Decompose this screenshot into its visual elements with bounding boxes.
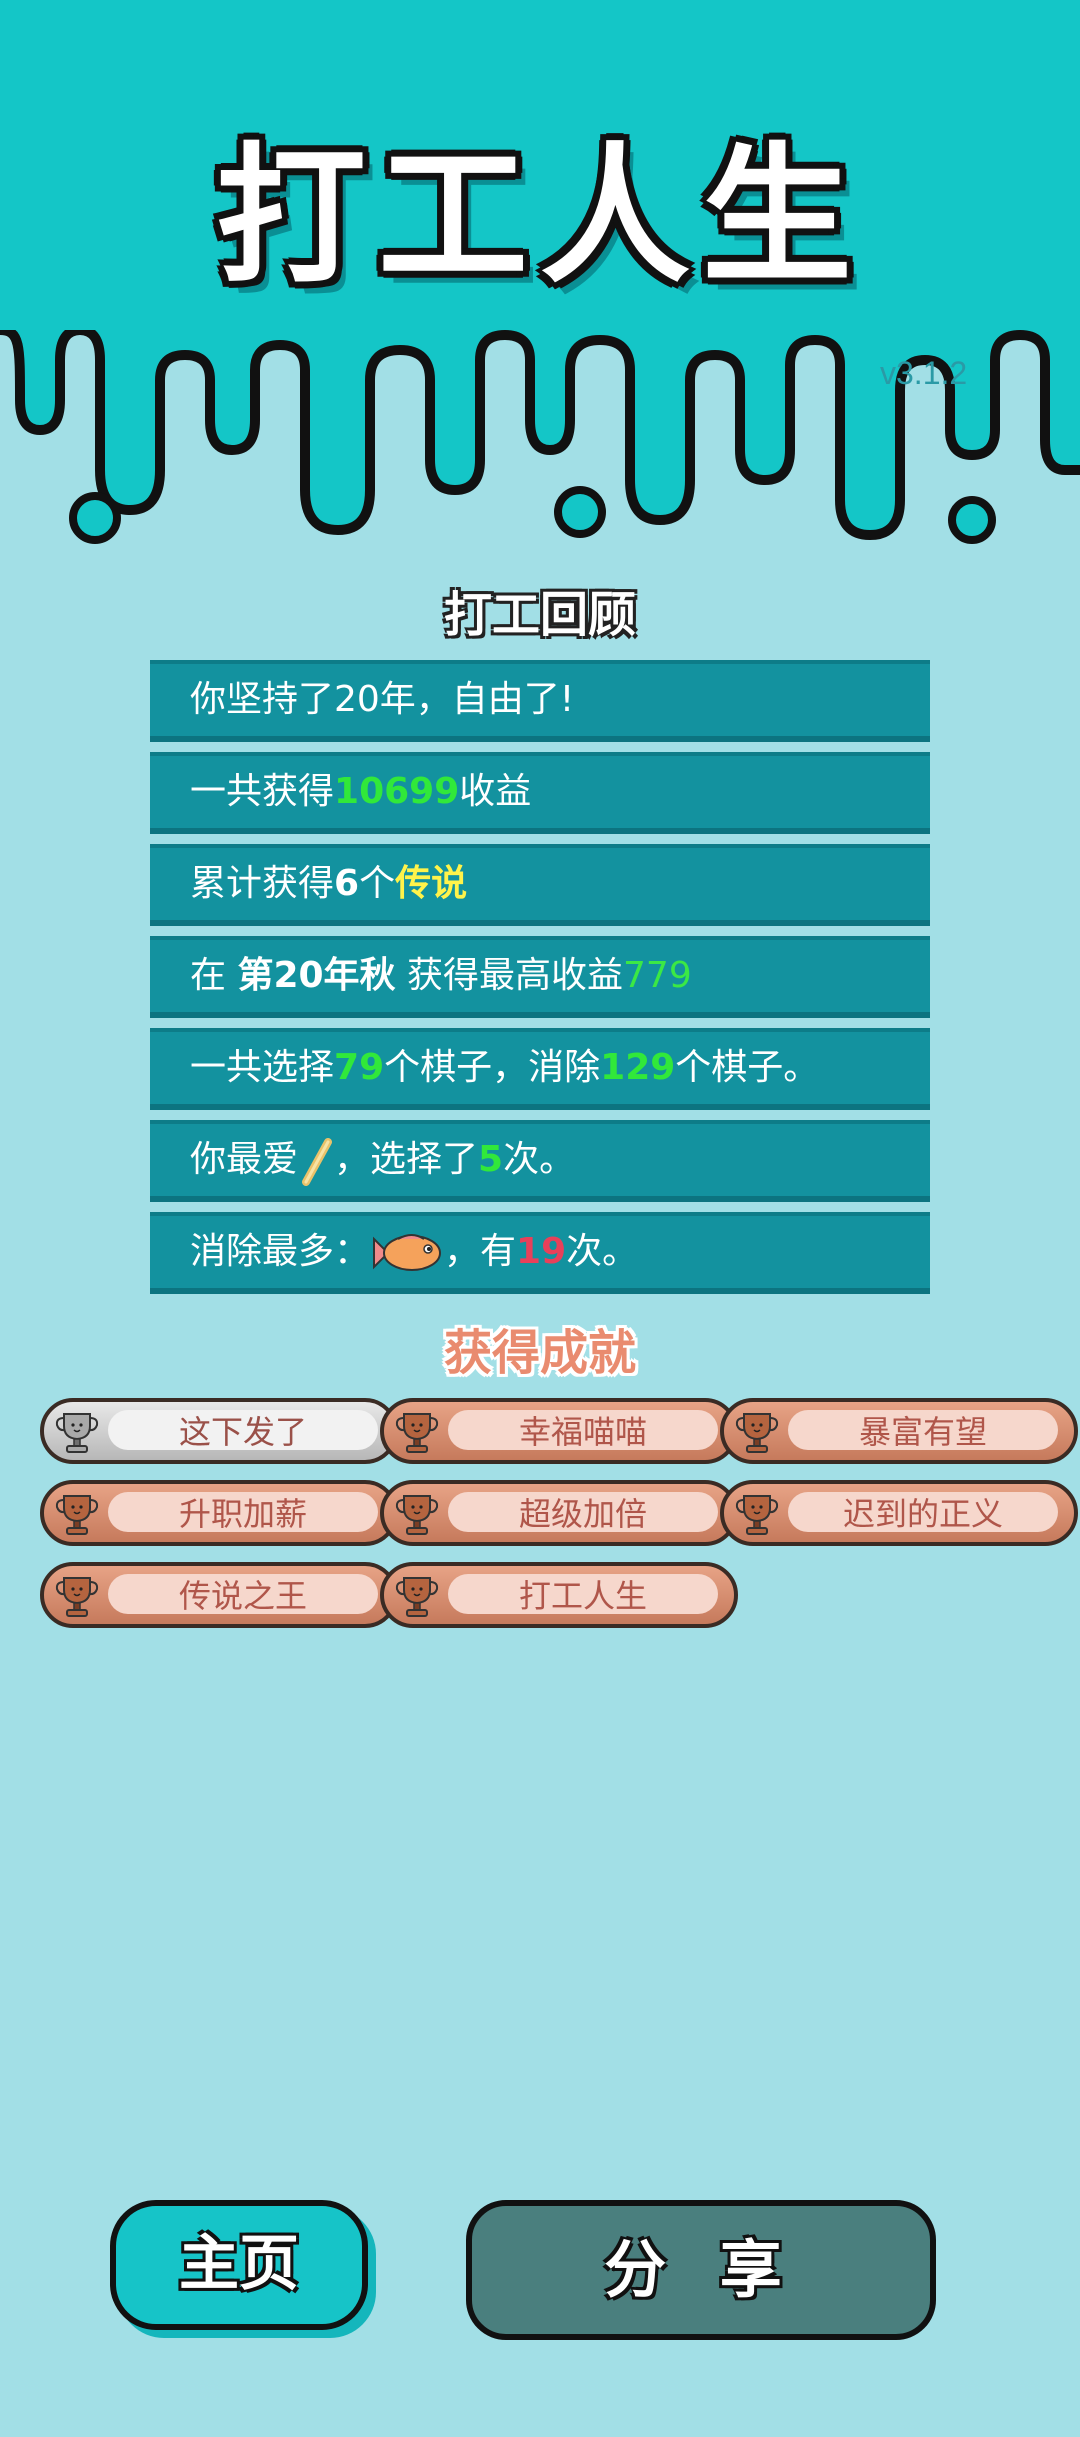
pencil-icon <box>302 1138 333 1186</box>
stat-text: 获得最高收益 <box>395 955 624 996</box>
stat-value: 19 <box>516 1231 567 1272</box>
stat-row-favorite: 你最爱 ，选择了5次。 <box>150 1120 930 1202</box>
stat-text: 你坚持了20年，自由了! <box>190 679 575 720</box>
achievement-badge[interactable]: 幸福喵喵 <box>380 1398 738 1464</box>
fish-icon <box>373 1234 442 1271</box>
stat-row-most-cleared: 消除最多： ，有19次。 <box>150 1212 930 1294</box>
trophy-icon <box>55 1495 99 1535</box>
header-banner: 打工人生 v3.1.2 <box>0 0 1080 560</box>
trophy-icon <box>395 1577 439 1617</box>
review-title: 打工回顾 <box>443 587 636 643</box>
stat-text: 收益 <box>459 771 532 812</box>
trophy-icon <box>55 1413 99 1453</box>
trophy-icon <box>735 1495 779 1535</box>
home-button[interactable]: 主页 <box>110 2200 368 2330</box>
achievement-badge[interactable]: 打工人生 <box>380 1562 738 1628</box>
app-title: 打工人生 <box>215 130 864 304</box>
stat-text: 个棋子。 <box>675 1047 820 1088</box>
stat-value: 6 <box>334 863 360 904</box>
stat-text: 一共获得 <box>190 771 335 812</box>
stat-value: 779 <box>623 955 692 996</box>
stat-text: 一共选择 <box>190 1047 335 1088</box>
trophy-icon <box>395 1495 439 1535</box>
stat-text: 你最爱 <box>190 1139 299 1180</box>
stat-row-income: 一共获得10699收益 <box>150 752 930 834</box>
badge-label: 幸福喵喵 <box>518 1413 647 1451</box>
achievement-badge[interactable]: 超级加倍 <box>380 1480 738 1546</box>
badge-label: 传说之王 <box>178 1577 307 1615</box>
achievements-title: 获得成就 <box>443 1325 636 1381</box>
stat-text: 次。 <box>503 1139 576 1180</box>
stat-row-best-season: 在 第20年秋 获得最高收益779 <box>150 936 930 1018</box>
badge-label: 迟到的正义 <box>842 1495 1003 1533</box>
stat-text: 个 <box>359 863 396 904</box>
stat-row-pieces: 一共选择79个棋子，消除129个棋子。 <box>150 1028 930 1110</box>
stat-value: 5 <box>478 1139 504 1180</box>
achievement-badge[interactable]: 迟到的正义 <box>720 1480 1078 1546</box>
achievement-badge[interactable]: 升职加薪 <box>40 1480 398 1546</box>
stat-value: 79 <box>334 1047 385 1088</box>
trophy-icon <box>395 1413 439 1453</box>
stat-text: 消除最多： <box>190 1231 371 1272</box>
version-label: v3.1.2 <box>880 355 968 391</box>
stat-value: 10699 <box>334 771 460 812</box>
trophy-icon <box>735 1413 779 1453</box>
achievement-badge[interactable]: 暴富有望 <box>720 1398 1078 1464</box>
stat-text: ，有 <box>444 1231 517 1272</box>
stat-row-years: 你坚持了20年，自由了! <box>150 660 930 742</box>
stat-text: 累计获得 <box>190 863 335 904</box>
stat-text: 个棋子，消除 <box>384 1047 601 1088</box>
badge-label: 暴富有望 <box>858 1413 987 1451</box>
share-button[interactable]: 分 享 <box>466 2200 936 2340</box>
achievement-badge[interactable]: 传说之王 <box>40 1562 398 1628</box>
stat-text: 在 <box>190 955 238 996</box>
stat-text: 次。 <box>566 1231 639 1272</box>
stat-value: 129 <box>600 1047 676 1088</box>
badge-label: 升职加薪 <box>178 1495 307 1533</box>
stat-text: ，选择了 <box>334 1139 479 1180</box>
legend-highlight: 传说 <box>395 863 468 904</box>
achievement-badge[interactable]: 这下发了 <box>40 1398 398 1464</box>
trophy-icon <box>55 1577 99 1617</box>
stat-value: 第20年秋 <box>237 955 396 996</box>
badge-label: 超级加倍 <box>518 1495 647 1533</box>
badge-label: 这下发了 <box>178 1413 307 1451</box>
badge-label: 打工人生 <box>518 1577 647 1615</box>
stat-row-legends: 累计获得6个传说 <box>150 844 930 926</box>
